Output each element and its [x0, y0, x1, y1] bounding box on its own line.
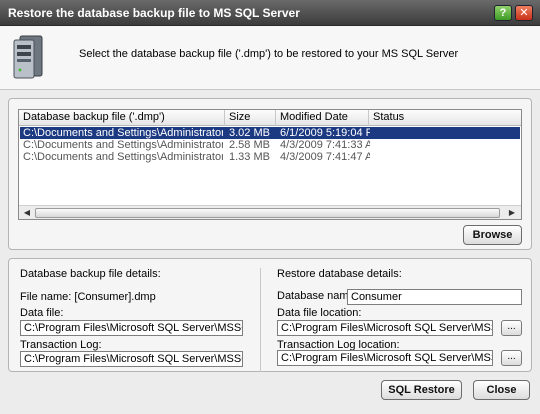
sql-restore-button[interactable]: SQL Restore	[381, 380, 462, 400]
scroll-right-icon[interactable]: ▶	[505, 207, 519, 219]
table-row[interactable]: C:\Documents and Settings\Administrator\…	[20, 151, 520, 163]
header-area: Select the database backup file ('.dmp')…	[0, 26, 540, 90]
close-button[interactable]: Close	[473, 380, 530, 400]
backup-file-name: File name: [Consumer].dmp	[20, 291, 156, 303]
table-row[interactable]: C:\Documents and Settings\Administrator\…	[20, 139, 520, 151]
database-name-label: Database name:	[277, 290, 358, 302]
title-bar: Restore the database backup file to MS S…	[0, 0, 540, 26]
row-size: 2.58 MB	[229, 139, 270, 151]
backup-file-list[interactable]: Database backup file ('.dmp') Size Modif…	[18, 109, 522, 220]
horizontal-scrollbar[interactable]: ◀ ▶	[19, 205, 521, 219]
help-button[interactable]: ?	[494, 5, 512, 21]
scrollbar-thumb[interactable]	[35, 208, 500, 218]
row-path: C:\Documents and Settings\Administrator\…	[23, 127, 223, 139]
details-divider	[260, 268, 261, 372]
browse-button[interactable]: Browse	[463, 225, 522, 245]
row-modified: 6/1/2009 5:19:04 PM	[280, 127, 370, 139]
data-file-location-browse-button[interactable]: ...	[501, 320, 522, 336]
row-modified: 4/3/2009 7:41:33 AM	[280, 139, 370, 151]
column-header-modified[interactable]: Modified Date	[276, 110, 369, 126]
scroll-left-icon[interactable]: ◀	[20, 207, 34, 219]
row-modified: 4/3/2009 7:41:47 AM	[280, 151, 370, 163]
table-row[interactable]: C:\Documents and Settings\Administrator\…	[20, 127, 520, 139]
data-file-field[interactable]: C:\Program Files\Microsoft SQL Server\MS…	[20, 320, 243, 336]
data-file-location-field[interactable]: C:\Program Files\Microsoft SQL Server\MS…	[277, 320, 493, 336]
transaction-log-label: Transaction Log:	[20, 339, 102, 351]
list-header: Database backup file ('.dmp') Size Modif…	[19, 110, 521, 126]
restore-details-heading: Restore database details:	[277, 268, 402, 280]
data-file-label: Data file:	[20, 307, 64, 319]
data-file-location-label: Data file location:	[277, 307, 362, 319]
row-path: C:\Documents and Settings\Administrator\…	[23, 151, 223, 163]
instruction-text: Select the database backup file ('.dmp')…	[79, 48, 459, 60]
server-icon	[13, 35, 43, 79]
window-close-button[interactable]: ✕	[515, 5, 533, 21]
column-header-status[interactable]: Status	[369, 110, 521, 126]
transaction-log-field[interactable]: C:\Program Files\Microsoft SQL Server\MS…	[20, 351, 243, 367]
transaction-log-location-browse-button[interactable]: ...	[501, 350, 522, 366]
transaction-log-location-field[interactable]: C:\Program Files\Microsoft SQL Server\MS…	[277, 350, 493, 366]
row-size: 3.02 MB	[229, 127, 270, 139]
column-header-file[interactable]: Database backup file ('.dmp')	[19, 110, 225, 126]
column-header-size[interactable]: Size	[225, 110, 276, 126]
row-size: 1.33 MB	[229, 151, 270, 163]
window-title: Restore the database backup file to MS S…	[8, 6, 300, 20]
backup-details-heading: Database backup file details:	[20, 268, 161, 280]
row-path: C:\Documents and Settings\Administrator\…	[23, 139, 223, 151]
database-name-input[interactable]: Consumer	[347, 289, 522, 305]
